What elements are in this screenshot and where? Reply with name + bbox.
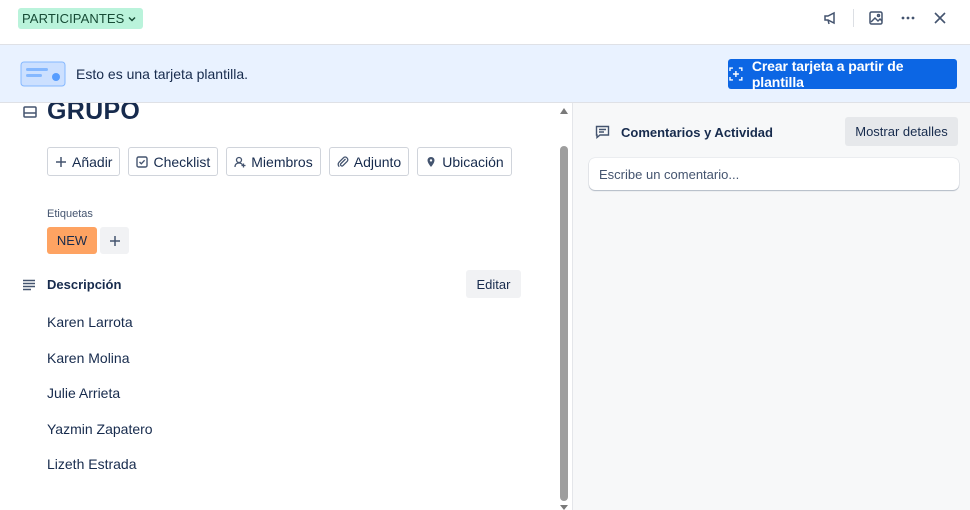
checklist-label: Checklist — [153, 153, 211, 170]
image-icon[interactable] — [860, 6, 892, 30]
location-pin-icon — [427, 156, 435, 167]
description-icon — [23, 279, 35, 291]
add-button[interactable]: Añadir — [47, 147, 121, 176]
attachment-label: Adjunto — [353, 153, 402, 170]
members-icon — [234, 156, 246, 167]
more-icon[interactable] — [892, 6, 924, 30]
list-item: Karen Molina — [47, 349, 130, 366]
show-details-button[interactable]: Mostrar detalles — [845, 117, 958, 146]
members-label: Miembros — [251, 153, 313, 170]
location-button[interactable]: Ubicación — [417, 147, 512, 176]
list-item: Yazmin Zapatero — [47, 420, 153, 437]
comment-input[interactable] — [589, 158, 959, 190]
labels-heading: Etiquetas — [47, 208, 93, 220]
list-badge[interactable]: PARTICIPANTES — [18, 8, 144, 29]
create-from-template-button[interactable]: Crear tarjeta a partir de plantilla — [728, 58, 957, 90]
comment-icon — [595, 125, 610, 139]
create-from-template-label: Crear tarjeta a partir de plantilla — [751, 58, 904, 90]
plus-icon — [109, 235, 120, 246]
plus-icon — [56, 156, 66, 167]
card-header: PARTICIPANTES — [0, 0, 970, 45]
card-main: GRUPO Añadir Checklist Miembros Adjunto … — [0, 103, 572, 510]
template-banner: Esto es una tarjeta plantilla. Crear tar… — [0, 45, 970, 103]
list-badge-label: PARTICIPANTES — [22, 11, 125, 26]
list-item: Karen Larrota — [47, 314, 133, 330]
attachment-button[interactable]: Adjunto — [328, 147, 410, 176]
scroll-up-arrow-icon[interactable] — [560, 108, 568, 114]
checklist-button[interactable]: Checklist — [128, 147, 219, 176]
description-content[interactable]: Karen Larrota Karen Molina Julie Arrieta… — [47, 314, 153, 492]
scroll-thumb[interactable] — [560, 146, 568, 501]
paperclip-icon — [337, 155, 349, 167]
members-button[interactable]: Miembros — [226, 147, 321, 176]
location-label: Ubicación — [442, 153, 504, 170]
main-scrollbar[interactable] — [557, 103, 571, 510]
megaphone-icon[interactable] — [815, 6, 847, 30]
description-heading: Descripción — [47, 277, 122, 292]
banner-text: Esto es una tarjeta plantilla. — [76, 66, 248, 82]
activity-heading: Comentarios y Actividad — [621, 125, 773, 140]
header-divider — [853, 9, 854, 27]
scroll-down-arrow-icon[interactable] — [560, 505, 568, 510]
close-icon[interactable] — [924, 6, 956, 30]
card-actions: Añadir Checklist Miembros Adjunto Ubicac… — [47, 147, 512, 176]
label-chip[interactable]: NEW — [47, 227, 97, 254]
add-label-button[interactable] — [100, 227, 129, 254]
card-title[interactable]: GRUPO — [47, 103, 140, 126]
list-item: Julie Arrieta — [47, 385, 121, 401]
activity-sidebar: Comentarios y Actividad Mostrar detalles — [572, 103, 970, 510]
template-card-icon — [20, 61, 66, 87]
chevron-down-icon — [128, 16, 136, 22]
list-item: Lizeth Estrada — [47, 456, 137, 472]
edit-description-button[interactable]: Editar — [466, 270, 521, 298]
checklist-icon — [136, 155, 149, 168]
add-label: Añadir — [72, 153, 113, 170]
template-add-icon — [729, 67, 743, 81]
card-icon — [23, 106, 37, 118]
